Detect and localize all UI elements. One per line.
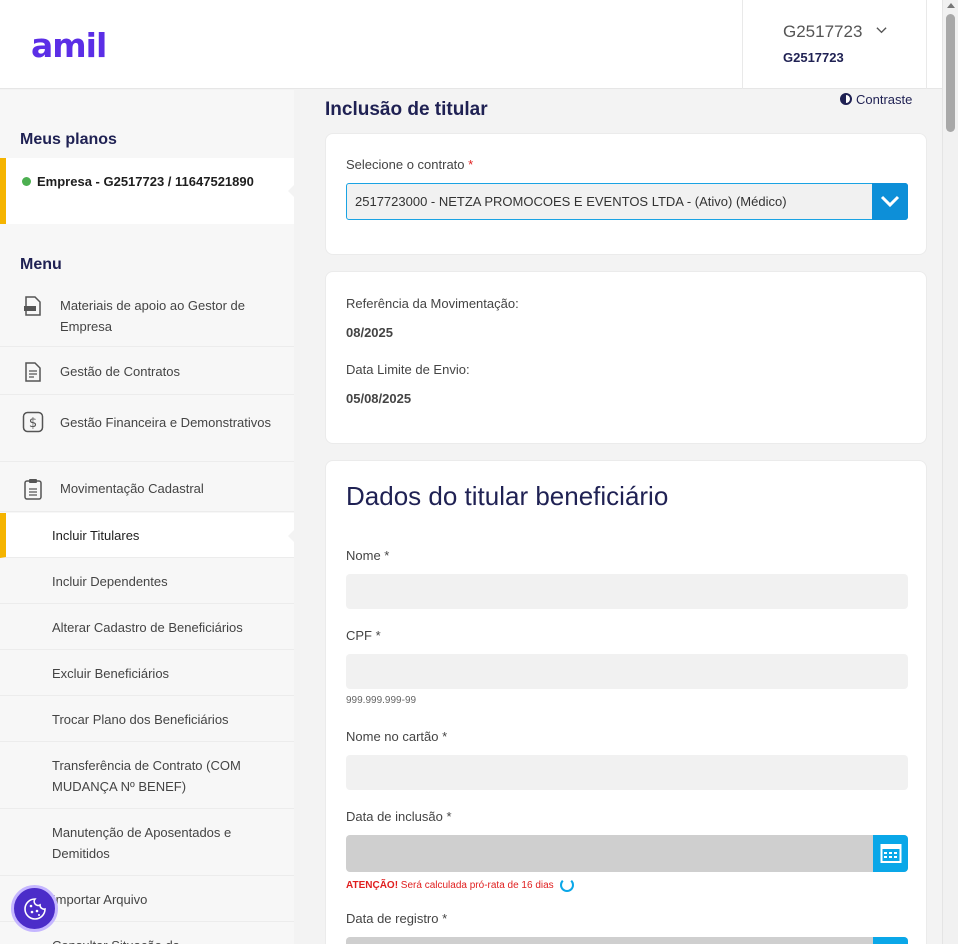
svg-text:$: $	[29, 416, 37, 431]
plan-card-label: Empresa - G2517723 / 11647521890	[37, 174, 254, 189]
sidebar-subitem-label: Incluir Dependentes	[52, 574, 168, 589]
sidebar-item-label: Gestão Financeira e Demonstrativos	[60, 415, 271, 430]
inclusion-date-calendar-button[interactable]	[873, 835, 908, 872]
contrast-icon	[840, 93, 852, 105]
account-sub-id: G2517723	[783, 50, 844, 65]
page-scrollbar[interactable]	[942, 0, 958, 944]
sidebar: Meus planos Empresa - G2517723 / 1164752…	[0, 90, 294, 944]
top-header: amil G2517723 G2517723	[0, 0, 942, 89]
beneficiary-form-card: Dados do titular beneficiário Nome * CPF…	[325, 460, 927, 944]
calendar-icon	[880, 844, 902, 863]
warning-text: Será calculada pró-rata de 16 dias	[398, 880, 554, 891]
sidebar-subitem-label: Alterar Cadastro de Beneficiários	[52, 620, 243, 635]
inclusion-date-input	[346, 835, 908, 872]
name-label: Nome *	[346, 548, 390, 563]
sidebar-subitem-transferencia[interactable]: Transferência de Contrato (COM MUDANÇA N…	[0, 743, 294, 809]
contrast-toggle[interactable]: Contraste	[840, 92, 912, 107]
sidebar-item-label: Gestão de Contratos	[60, 364, 180, 379]
sidebar-subitem-label: Importar Arquivo	[52, 892, 148, 907]
active-notch	[288, 185, 294, 197]
sidebar-item-contratos[interactable]: Gestão de Contratos	[0, 348, 294, 395]
chevron-down-icon	[880, 195, 900, 208]
warning-prefix: ATENÇÃO!	[346, 880, 399, 891]
sidebar-subitem-label: Excluir Beneficiários	[52, 666, 170, 681]
dollar-icon: $	[22, 411, 44, 433]
contrast-label: Contraste	[856, 92, 913, 107]
sidebar-subitem-incluir-titulares[interactable]: Incluir Titulares	[0, 513, 294, 558]
registry-date-calendar-button[interactable]	[873, 937, 908, 944]
plans-title: Meus planos	[20, 131, 117, 148]
sidebar-subitem-alterar-cadastro[interactable]: Alterar Cadastro de Beneficiários	[0, 605, 294, 650]
limit-date-value: 05/08/2025	[346, 391, 412, 406]
menu-title: Menu	[20, 256, 62, 273]
sidebar-subitem-label: Trocar Plano dos Beneficiários	[52, 712, 229, 727]
contract-select-value: 2517723000 - NETZA PROMOCOES E EVENTOS L…	[355, 194, 787, 209]
scrollbar-thumb[interactable]	[946, 14, 955, 132]
sidebar-subitem-aposentados[interactable]: Manutenção de Aposentados e Demitidos	[0, 810, 294, 876]
movement-info-card: Referência da Movimentação: 08/2025 Data…	[325, 271, 927, 444]
sidebar-subitem-label: Transferência de Contrato (COM MUDANÇA N…	[52, 758, 241, 794]
amil-logo[interactable]: amil	[31, 26, 107, 65]
sidebar-item-financeira[interactable]: $ Gestão Financeira e Demonstrativos	[0, 396, 294, 462]
prorata-warning: ATENÇÃO! Será calculada pró-rata de 16 d…	[346, 878, 574, 892]
loading-spinner-icon	[559, 878, 574, 892]
account-id: G2517723	[783, 22, 863, 41]
form-title: Dados do titular beneficiário	[346, 481, 669, 511]
registry-date-input	[346, 937, 908, 944]
chevron-down-icon	[876, 27, 887, 34]
contract-card: Selecione o contrato * 2517723000 - NETZ…	[325, 133, 927, 255]
sidebar-item-materiais[interactable]: Materiais de apoio ao Gestor de Empresa	[0, 285, 294, 347]
sidebar-subitem-excluir[interactable]: Excluir Beneficiários	[0, 651, 294, 696]
document-icon	[25, 362, 41, 382]
card-name-label: Nome no cartão *	[346, 729, 448, 744]
sidebar-subitem-trocar-plano[interactable]: Trocar Plano dos Beneficiários	[0, 697, 294, 742]
required-mark: *	[468, 157, 474, 172]
cpf-label: CPF *	[346, 628, 381, 643]
cpf-format-hint: 999.999.999-99	[346, 695, 417, 706]
active-notch	[288, 530, 294, 542]
sidebar-subitem-incluir-dependentes[interactable]: Incluir Dependentes	[0, 559, 294, 604]
contract-label: Selecione o contrato *	[346, 157, 473, 172]
sidebar-item-movimentacao[interactable]: Movimentação Cadastral	[0, 463, 294, 512]
cpf-input[interactable]	[346, 654, 908, 689]
sidebar-subitem-label: Manutenção de Aposentados e Demitidos	[52, 825, 232, 861]
contract-select[interactable]: 2517723000 - NETZA PROMOCOES E EVENTOS L…	[346, 183, 908, 220]
clipboard-icon	[24, 479, 42, 500]
sidebar-subitem-label: Incluir Titulares	[52, 528, 140, 543]
selected-plan-card[interactable]: Empresa - G2517723 / 11647521890	[0, 158, 294, 224]
contract-select-button[interactable]	[872, 183, 908, 220]
page-title: Inclusão de titular	[325, 99, 488, 120]
cookie-icon	[24, 898, 46, 920]
limit-date-label: Data Limite de Envio:	[346, 362, 470, 377]
sidebar-subitem-label: Consultar Situação da	[52, 935, 287, 944]
document-pdf-icon	[24, 296, 41, 316]
registry-date-label: Data de registro *	[346, 911, 448, 926]
scroll-up-arrow-icon[interactable]	[947, 3, 955, 8]
name-input[interactable]	[346, 574, 908, 609]
reference-label: Referência da Movimentação:	[346, 296, 519, 311]
inclusion-date-label: Data de inclusão *	[346, 809, 452, 824]
account-switcher[interactable]: G2517723 G2517723	[742, 0, 927, 89]
sidebar-item-label: Movimentação Cadastral	[60, 481, 204, 496]
contract-label-text: Selecione o contrato	[346, 157, 465, 172]
reference-value: 08/2025	[346, 325, 393, 340]
cookie-preferences-button[interactable]	[11, 885, 58, 932]
card-name-input[interactable]	[346, 755, 908, 790]
sidebar-item-label: Materiais de apoio ao Gestor de Empresa	[60, 298, 245, 334]
